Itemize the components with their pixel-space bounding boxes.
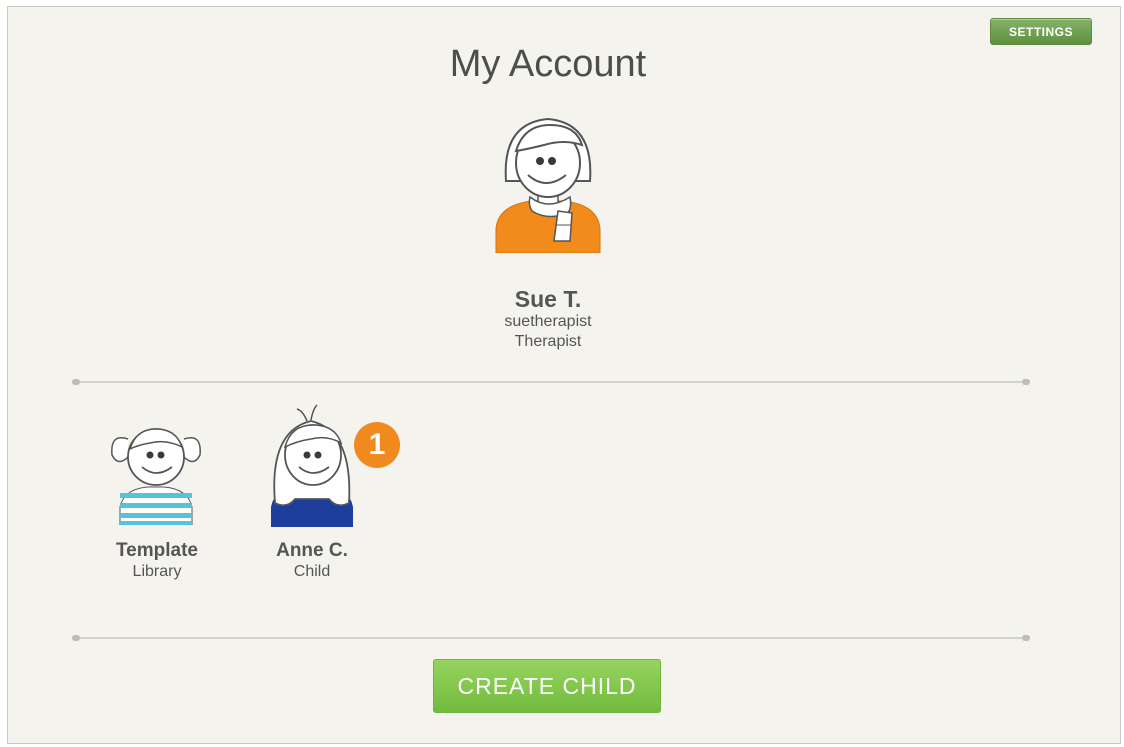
page-title: My Account <box>449 43 647 85</box>
profile-subtitle: Library <box>132 563 182 580</box>
therapist-avatar-icon <box>495 117 601 253</box>
profile-anne-c[interactable]: Anne C. Child <box>247 7 377 580</box>
profile-name: Template <box>115 540 198 561</box>
divider-top <box>72 379 1030 385</box>
app-frame: SETTINGS My Account Sue T. suetherapist … <box>7 6 1121 744</box>
divider-bottom <box>72 635 1030 641</box>
template-library-avatar-icon <box>111 428 201 525</box>
notification-badge: 1 <box>354 422 400 468</box>
profile-subtitle: Child <box>293 563 331 580</box>
profile-template-library[interactable]: Template Library <box>92 7 222 580</box>
child-avatar-icon <box>271 404 353 527</box>
profile-name: Anne C. <box>276 540 348 561</box>
settings-button[interactable]: SETTINGS <box>990 18 1092 45</box>
create-child-button[interactable]: CREATE CHILD <box>433 659 661 713</box>
user-username: suetherapist <box>504 313 592 330</box>
user-name: Sue T. <box>514 286 582 312</box>
user-role: Therapist <box>514 333 582 350</box>
